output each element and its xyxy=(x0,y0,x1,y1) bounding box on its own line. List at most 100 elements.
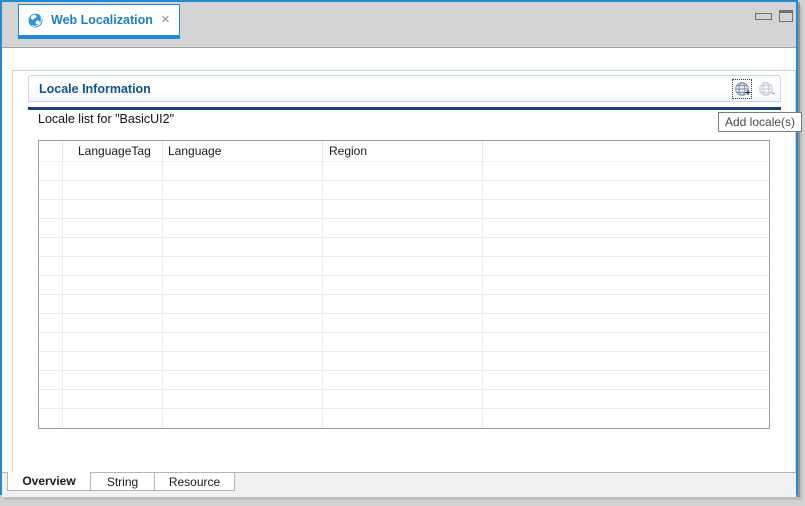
table-cell[interactable] xyxy=(163,333,323,352)
table-cell[interactable] xyxy=(39,371,63,390)
table-cell[interactable] xyxy=(63,200,163,219)
table-cell[interactable] xyxy=(63,352,163,371)
table-row[interactable] xyxy=(39,390,769,409)
table-cell[interactable] xyxy=(483,295,769,314)
table-cell[interactable] xyxy=(163,162,323,181)
table-cell[interactable] xyxy=(39,276,63,295)
table-cell[interactable] xyxy=(323,257,483,276)
page-tab-string[interactable]: String xyxy=(91,472,155,491)
table-cell[interactable] xyxy=(39,162,63,181)
table-row[interactable] xyxy=(39,409,769,428)
table-cell[interactable] xyxy=(63,257,163,276)
column-header-filler[interactable] xyxy=(483,141,769,162)
column-header-languagetag[interactable]: LanguageTag xyxy=(63,141,163,162)
table-cell[interactable] xyxy=(63,409,163,428)
table-cell[interactable] xyxy=(323,162,483,181)
table-cell[interactable] xyxy=(63,295,163,314)
table-row[interactable] xyxy=(39,257,769,276)
column-header-region[interactable]: Region xyxy=(323,141,483,162)
table-cell[interactable] xyxy=(163,181,323,200)
table-cell[interactable] xyxy=(483,276,769,295)
editor-tabstrip: Web Localization ✕ xyxy=(2,2,796,48)
table-cell[interactable] xyxy=(323,352,483,371)
table-cell[interactable] xyxy=(63,238,163,257)
table-cell[interactable] xyxy=(39,314,63,333)
table-cell[interactable] xyxy=(323,276,483,295)
table-cell[interactable] xyxy=(39,409,63,428)
table-cell[interactable] xyxy=(483,257,769,276)
page-tab-overview[interactable]: Overview xyxy=(7,472,91,491)
table-cell[interactable] xyxy=(39,200,63,219)
table-row[interactable] xyxy=(39,238,769,257)
table-cell[interactable] xyxy=(63,390,163,409)
table-cell[interactable] xyxy=(163,371,323,390)
table-cell[interactable] xyxy=(39,219,63,238)
locale-table[interactable]: LanguageTag Language Region xyxy=(38,140,770,429)
table-row[interactable] xyxy=(39,295,769,314)
table-row[interactable] xyxy=(39,276,769,295)
table-cell[interactable] xyxy=(483,371,769,390)
table-cell[interactable] xyxy=(323,409,483,428)
table-cell[interactable] xyxy=(63,162,163,181)
minimize-view-icon[interactable] xyxy=(755,13,772,20)
table-row[interactable] xyxy=(39,333,769,352)
close-tab-icon[interactable]: ✕ xyxy=(161,15,170,26)
table-cell[interactable] xyxy=(483,352,769,371)
table-cell[interactable] xyxy=(39,181,63,200)
table-row[interactable] xyxy=(39,314,769,333)
remove-locale-button[interactable]: - xyxy=(756,79,776,99)
maximize-view-icon[interactable] xyxy=(779,10,793,22)
editor-tab-web-localization[interactable]: Web Localization ✕ xyxy=(18,4,180,39)
table-row[interactable] xyxy=(39,219,769,238)
table-cell[interactable] xyxy=(323,219,483,238)
table-cell[interactable] xyxy=(483,219,769,238)
table-cell[interactable] xyxy=(483,333,769,352)
table-cell[interactable] xyxy=(483,314,769,333)
table-cell[interactable] xyxy=(323,314,483,333)
table-cell[interactable] xyxy=(63,181,163,200)
table-cell[interactable] xyxy=(39,295,63,314)
table-cell[interactable] xyxy=(483,409,769,428)
table-cell[interactable] xyxy=(163,276,323,295)
table-cell[interactable] xyxy=(163,200,323,219)
table-cell[interactable] xyxy=(163,238,323,257)
table-row[interactable] xyxy=(39,352,769,371)
table-cell[interactable] xyxy=(323,390,483,409)
table-cell[interactable] xyxy=(323,238,483,257)
table-cell[interactable] xyxy=(163,295,323,314)
table-cell[interactable] xyxy=(163,257,323,276)
table-cell[interactable] xyxy=(163,352,323,371)
table-cell[interactable] xyxy=(39,390,63,409)
table-cell[interactable] xyxy=(483,238,769,257)
table-row[interactable] xyxy=(39,371,769,390)
table-cell[interactable] xyxy=(63,219,163,238)
table-cell[interactable] xyxy=(163,219,323,238)
table-cell[interactable] xyxy=(323,181,483,200)
table-cell[interactable] xyxy=(163,409,323,428)
table-cell[interactable] xyxy=(39,333,63,352)
table-cell[interactable] xyxy=(483,162,769,181)
table-row[interactable] xyxy=(39,200,769,219)
table-cell[interactable] xyxy=(323,333,483,352)
table-cell[interactable] xyxy=(483,390,769,409)
table-cell[interactable] xyxy=(483,181,769,200)
table-cell[interactable] xyxy=(63,371,163,390)
page-tab-resource[interactable]: Resource xyxy=(155,472,235,491)
table-cell[interactable] xyxy=(323,295,483,314)
column-header-rownum[interactable] xyxy=(39,141,63,162)
table-row[interactable] xyxy=(39,162,769,181)
table-cell[interactable] xyxy=(39,238,63,257)
table-cell[interactable] xyxy=(323,200,483,219)
table-row[interactable] xyxy=(39,181,769,200)
table-cell[interactable] xyxy=(323,371,483,390)
table-cell[interactable] xyxy=(39,352,63,371)
table-cell[interactable] xyxy=(163,314,323,333)
add-locale-button[interactable]: + xyxy=(732,79,752,99)
table-cell[interactable] xyxy=(39,257,63,276)
table-cell[interactable] xyxy=(483,200,769,219)
table-cell[interactable] xyxy=(63,333,163,352)
table-cell[interactable] xyxy=(163,390,323,409)
column-header-language[interactable]: Language xyxy=(163,141,323,162)
table-cell[interactable] xyxy=(63,314,163,333)
table-cell[interactable] xyxy=(63,276,163,295)
